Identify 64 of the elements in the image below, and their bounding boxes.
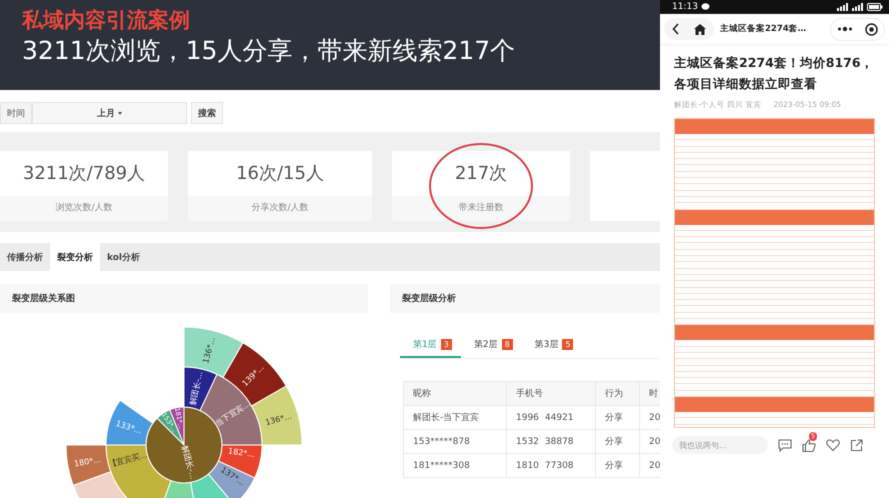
table-cell: 38878 xyxy=(544,436,574,446)
signal-icon xyxy=(837,3,849,11)
segment-label: 136*... xyxy=(264,412,293,428)
analysis-tab[interactable]: 传播分析 xyxy=(0,243,50,271)
stat-label: 分享次数/人数 xyxy=(188,196,372,221)
back-icon[interactable] xyxy=(672,23,680,35)
table-cell: 分享 xyxy=(596,454,640,478)
stat-value: 16次/15人 xyxy=(235,162,325,186)
panel-title: 裂变层级分析 xyxy=(402,292,456,305)
column-header: 手机号 xyxy=(506,382,596,406)
segment-label: 当下宜宾... xyxy=(214,399,252,428)
share-icon[interactable] xyxy=(850,438,863,452)
home-icon[interactable] xyxy=(694,24,706,34)
nav-title: 主城区备案2274套… xyxy=(720,23,808,35)
period-dropdown[interactable]: 上月 xyxy=(32,102,187,124)
segment-label: 【宜宾买... xyxy=(108,450,148,470)
table-cell: 153*****878 xyxy=(404,430,506,454)
segment-label: 136*... xyxy=(201,336,217,364)
table-cell: 77308 xyxy=(544,460,574,470)
stat-label: 带来注册数 xyxy=(392,196,570,221)
analysis-tab[interactable]: kol分析 xyxy=(100,243,148,271)
table-cell: 1810 xyxy=(516,460,539,470)
slide-subtitle: 3211次浏览，15人分享，带来新线索217个 xyxy=(22,35,516,67)
segment-label: 解团长-... xyxy=(180,444,198,480)
search-button[interactable]: 搜索 xyxy=(191,102,223,124)
table-cell: 1996 xyxy=(516,412,539,422)
column-header: 时 xyxy=(640,382,660,406)
segment-label: 180*... xyxy=(73,454,102,468)
count-badge: 8 xyxy=(502,339,513,350)
table-cell: 解团长-当下宜宾 xyxy=(404,406,506,430)
table-cell: 1532 xyxy=(516,436,539,446)
column-header: 昵称 xyxy=(404,382,506,406)
table-cell: 44921 xyxy=(544,412,574,422)
layer-tab[interactable]: 第1层 3 xyxy=(400,335,461,358)
table-cell: 181*****308 xyxy=(404,454,506,478)
panel-title: 裂变层级关系图 xyxy=(12,292,75,305)
segment-label: 182*... xyxy=(228,446,256,460)
heart-icon[interactable] xyxy=(826,439,840,451)
battery-icon xyxy=(867,3,883,11)
comment-placeholder: 我也说两句... xyxy=(679,440,727,450)
count-badge: 5 xyxy=(562,339,574,350)
target-icon[interactable] xyxy=(865,22,878,36)
filter-label: 时间 xyxy=(0,102,32,124)
column-header: 行为 xyxy=(596,382,640,406)
segment-label: 解团长-... xyxy=(188,370,204,406)
table-cell: 分享 xyxy=(596,430,640,454)
signal-icon xyxy=(852,3,864,11)
thumbs-up-icon[interactable] xyxy=(802,438,816,452)
more-icon[interactable] xyxy=(837,26,853,32)
stat-value: 3211次/789人 xyxy=(22,162,146,186)
layer-tab[interactable]: 第2层 8 xyxy=(460,335,522,358)
analysis-tab[interactable]: 裂变分析 xyxy=(50,243,100,271)
layer-tab[interactable]: 第3层 5 xyxy=(522,335,582,358)
status-time: 11:13 xyxy=(672,2,698,12)
comment-icon[interactable] xyxy=(778,438,792,452)
stat-value: 217次 xyxy=(454,162,508,186)
article-title: 主城区备案2274套！均价8176，各项目详细数据立即查看 xyxy=(673,54,875,93)
slide-title: 私域内容引流案例 xyxy=(22,7,191,34)
count-badge: 3 xyxy=(440,339,452,350)
caret-icon xyxy=(118,112,122,115)
table-cell: 分享 xyxy=(596,406,640,430)
chat-bubble-icon xyxy=(700,3,710,11)
segment-label: 133*... xyxy=(114,418,143,436)
stat-label: 浏览次数/人数 xyxy=(0,196,168,221)
